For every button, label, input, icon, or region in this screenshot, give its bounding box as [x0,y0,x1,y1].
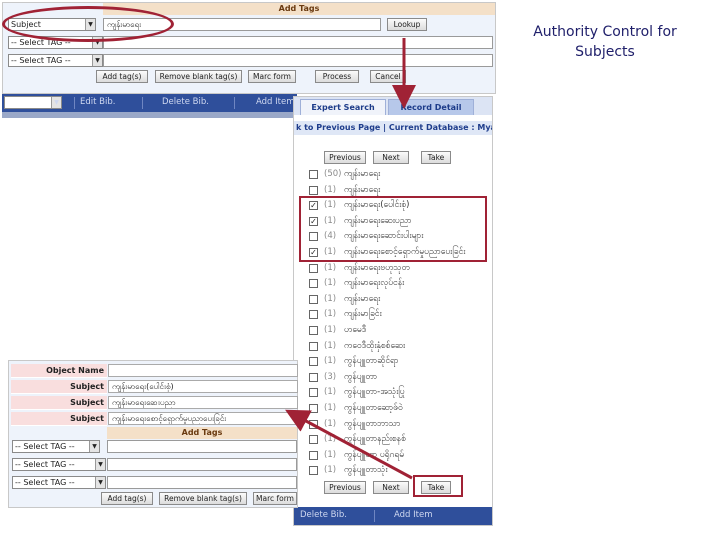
arrow-to-subjects [285,409,413,480]
annotation-arrows [285,38,416,480]
